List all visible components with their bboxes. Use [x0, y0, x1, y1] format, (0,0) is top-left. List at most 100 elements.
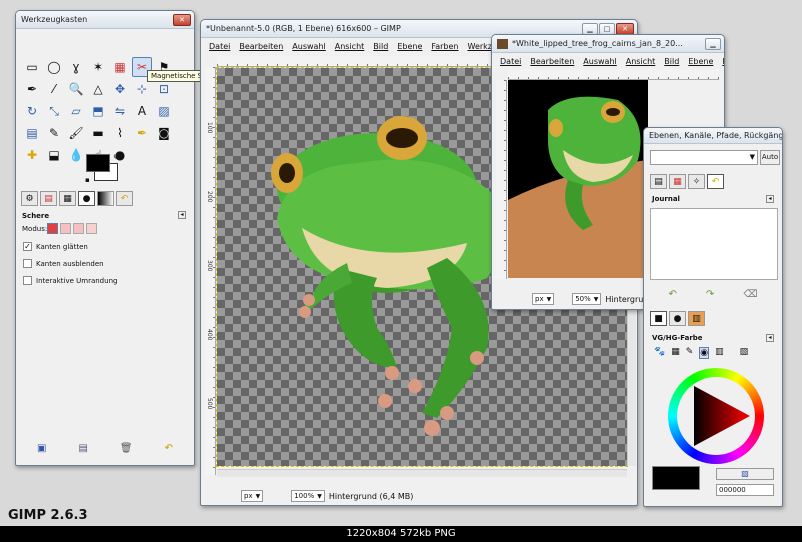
crop-tool-icon[interactable]: ⊡ [154, 79, 174, 99]
horizontal-scrollbar[interactable] [217, 469, 627, 477]
brush-tab-icon[interactable]: ● [669, 311, 686, 326]
rect-select-tool-icon[interactable]: ▭ [22, 57, 42, 77]
undo-history-tab-icon[interactable]: ↶ [116, 191, 133, 206]
tool-options-menu-icon[interactable]: ◂ [178, 211, 186, 219]
channels-tab-icon[interactable]: ▦ [59, 191, 76, 206]
measure-tool-icon[interactable]: △ [88, 79, 108, 99]
delete-options-icon[interactable]: 🗑 [120, 443, 133, 454]
default-colors-icon[interactable]: ▪ [85, 176, 90, 184]
layers-tab-icon[interactable]: ▤ [650, 174, 667, 189]
paintbrush-tool-icon[interactable]: 🖌 [66, 123, 86, 143]
fg-color-preview[interactable] [652, 466, 700, 490]
text-tool-icon[interactable]: A [132, 101, 152, 121]
paths-tab-icon[interactable]: ✧ [688, 174, 705, 189]
pattern-tab-icon[interactable]: ▥ [688, 311, 705, 326]
undo-tab-icon[interactable]: ↶ [707, 174, 724, 189]
second-menu-ebene[interactable]: Ebene [688, 57, 713, 66]
option-antialias[interactable]: ✓ Kanten glätten [23, 242, 88, 251]
clear-history-icon[interactable]: ⌫ [743, 289, 757, 300]
hex-field[interactable]: 000000 [716, 484, 774, 496]
main-menu-farben[interactable]: Farben [431, 42, 458, 51]
move-tool-icon[interactable]: ✥ [110, 79, 130, 99]
perspective-tool-icon[interactable]: ⬒ [88, 101, 108, 121]
journal-menu-icon[interactable]: ◂ [766, 195, 774, 203]
main-menu-ebene[interactable]: Ebene [397, 42, 422, 51]
mode-intersect-icon[interactable] [86, 223, 97, 234]
main-close-button[interactable]: ✕ [616, 22, 634, 35]
second-menu-auswahl[interactable]: Auswahl [583, 57, 616, 66]
option-interactive-boundary[interactable]: Interaktive Umrandung [23, 276, 117, 285]
swap-colors-icon[interactable]: ↺ [113, 152, 120, 161]
main-menu-bild[interactable]: Bild [373, 42, 388, 51]
blend-tool-icon[interactable]: ▤ [22, 123, 42, 143]
perspective-clone-tool-icon[interactable]: ⬓ [44, 145, 64, 165]
rotate-tool-icon[interactable]: ↻ [22, 101, 42, 121]
scale-tool-icon[interactable]: ⤡ [44, 101, 64, 121]
patterns-tab-icon[interactable] [97, 191, 114, 206]
redo-icon[interactable]: ↷ [706, 289, 714, 300]
channels-tab-icon[interactable]: ▦ [669, 174, 686, 189]
main-maximize-button[interactable]: □ [599, 22, 615, 35]
second-menu-bearbeiten[interactable]: Bearbeiten [530, 57, 574, 66]
brushes-tab-icon[interactable]: ● [78, 191, 95, 206]
bucket-fill-tool-icon[interactable]: ▨ [154, 101, 174, 121]
flip-tool-icon[interactable]: ⇋ [110, 101, 130, 121]
save-options-icon[interactable]: ▣ [37, 443, 46, 454]
cmyk-selector-icon[interactable]: ▦ [671, 347, 680, 359]
paths-tool-icon[interactable]: ✒ [22, 79, 42, 99]
feather-checkbox[interactable] [23, 259, 32, 268]
zoom-tool-icon[interactable]: 🔍 [66, 79, 86, 99]
fgbg-menu-icon[interactable]: ◂ [766, 334, 774, 342]
picker-selector-icon[interactable]: ▧ [740, 347, 749, 359]
fg-color-swatch[interactable] [86, 154, 110, 172]
second-minimize-button[interactable]: ▁ [705, 37, 721, 50]
restore-options-icon[interactable]: ▤ [78, 443, 87, 454]
main-menu-bearbeiten[interactable]: Bearbeiten [239, 42, 283, 51]
layers-tab-icon[interactable]: ▤ [40, 191, 57, 206]
main-menu-datei[interactable]: Datei [209, 42, 230, 51]
heal-tool-icon[interactable]: ✚ [22, 145, 42, 165]
ellipse-select-tool-icon[interactable]: ◯ [44, 57, 64, 77]
toolbox-titlebar[interactable]: Werkzeugkasten ✕ [16, 11, 194, 29]
ink-tool-icon[interactable]: ✒ [132, 123, 152, 143]
main-menu-auswahl[interactable]: Auswahl [292, 42, 325, 51]
wheel-selector-icon[interactable]: ◉ [699, 347, 710, 359]
antialias-checkbox[interactable]: ✓ [23, 242, 32, 251]
undo-icon[interactable]: ↶ [669, 289, 677, 300]
image-select[interactable]: ▼ [650, 150, 758, 165]
airbrush-tool-icon[interactable]: ⌇ [110, 123, 130, 143]
blur-tool-icon[interactable]: 💧 [66, 145, 86, 165]
scales-selector-icon[interactable]: ▥ [715, 347, 724, 359]
second-zoom-select[interactable]: 50% ▼ [572, 293, 602, 305]
second-menu-ansicht[interactable]: Ansicht [626, 57, 656, 66]
dock-titlebar[interactable]: Ebenen, Kanäle, Pfade, Rückgäng... [644, 128, 782, 144]
mode-replace-icon[interactable] [47, 223, 58, 234]
reset-options-icon[interactable]: ↶ [165, 443, 173, 454]
second-unit-select[interactable]: px ▼ [532, 293, 555, 305]
color-picker-button[interactable]: ▧ [716, 468, 774, 480]
align-tool-icon[interactable]: ⊹ [132, 79, 152, 99]
watercolor-selector-icon[interactable]: ✎ [686, 347, 694, 359]
second-menu-farben[interactable]: Farben [722, 57, 724, 66]
clone-tool-icon[interactable]: ◙ [154, 123, 174, 143]
main-menu-ansicht[interactable]: Ansicht [335, 42, 365, 51]
second-canvas[interactable] [508, 80, 648, 278]
shear-tool-icon[interactable]: ▱ [66, 101, 86, 121]
unit-select[interactable]: px ▼ [241, 490, 264, 502]
color-triangle[interactable] [682, 382, 752, 450]
fuzzy-select-tool-icon[interactable]: ✶ [88, 57, 108, 77]
select-by-color-tool-icon[interactable]: ▦ [110, 57, 130, 77]
main-minimize-button[interactable]: ▁ [582, 22, 598, 35]
journal-list[interactable] [650, 208, 778, 280]
pencil-tool-icon[interactable]: ✎ [44, 123, 64, 143]
tool-options-tab-icon[interactable]: ⚙ [21, 191, 38, 206]
zoom-select[interactable]: 100% ▼ [291, 490, 325, 502]
color-picker-tool-icon[interactable]: ⁄ [44, 79, 64, 99]
second-menu-bild[interactable]: Bild [664, 57, 679, 66]
toolbox-close-button[interactable]: ✕ [173, 13, 191, 26]
second-menu-datei[interactable]: Datei [500, 57, 521, 66]
eraser-tool-icon[interactable]: ▬ [88, 123, 108, 143]
auto-button[interactable]: Auto [760, 150, 780, 165]
free-select-tool-icon[interactable]: ɣ [66, 57, 86, 77]
option-feather[interactable]: Kanten ausblenden [23, 259, 104, 268]
